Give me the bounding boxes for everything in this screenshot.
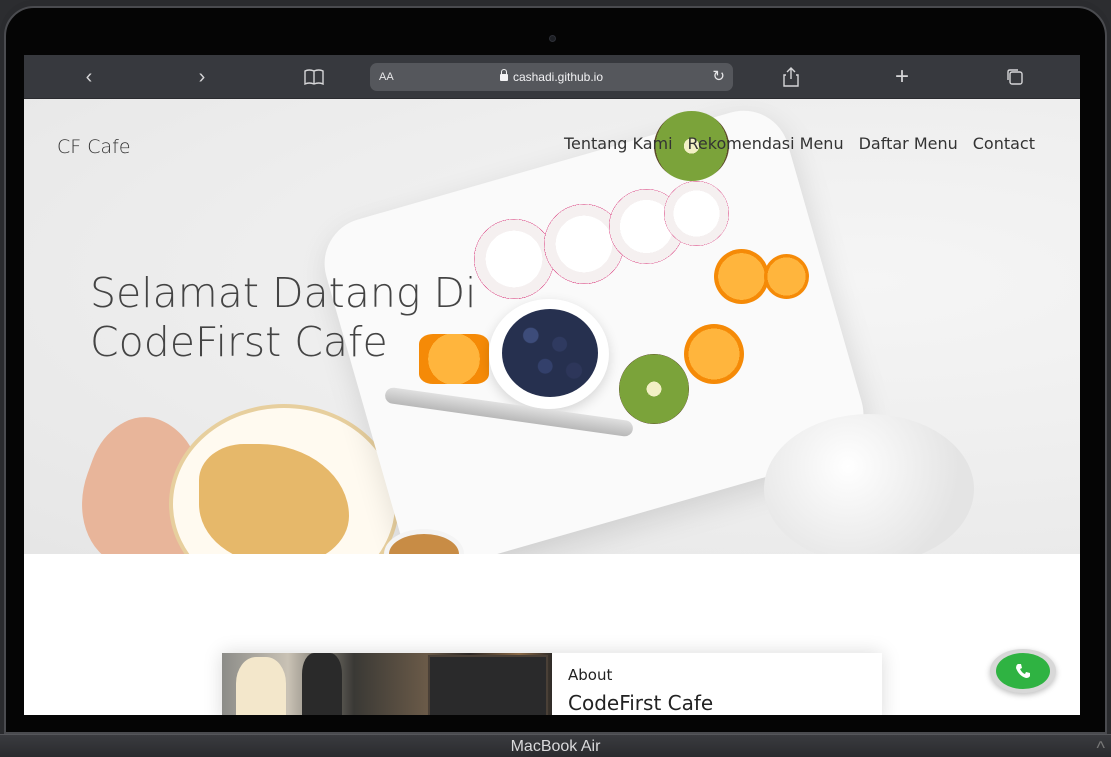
chevron-right-icon: ›: [198, 65, 206, 88]
share-icon: [783, 67, 799, 87]
hero-title-line-1: Selamat Datang Di: [90, 269, 477, 317]
browser-toolbar: ‹ › AA cashadi.github.io ↻ +: [24, 55, 1080, 99]
url-display[interactable]: cashadi.github.io: [370, 69, 733, 84]
tabs-button[interactable]: [995, 55, 1035, 99]
back-button[interactable]: ‹: [69, 55, 109, 99]
chevron-left-icon: ‹: [85, 65, 93, 88]
web-page: CF Cafe Tentang Kami Rekomendasi Menu Da…: [24, 99, 1080, 715]
customer-figure: [302, 653, 342, 715]
url-text: cashadi.github.io: [512, 70, 604, 84]
camera: [549, 35, 556, 42]
new-tab-button[interactable]: +: [882, 55, 922, 99]
nav-link-daftar-menu[interactable]: Daftar Menu: [859, 134, 958, 153]
book-icon: [304, 69, 324, 85]
base-corner-mark: ^: [1096, 738, 1105, 757]
orange-slice: [764, 254, 809, 299]
kiwi-slice: [619, 354, 689, 424]
nav-link-tentang-kami[interactable]: Tentang Kami: [564, 134, 673, 153]
site-menu: Tentang Kami Rekomendasi Menu Daftar Men…: [564, 134, 1035, 153]
about-title: CodeFirst Cafe: [568, 691, 714, 715]
about-card: About CodeFirst Cafe: [222, 653, 882, 715]
orange-slice: [684, 324, 744, 384]
barista-figure: [236, 657, 286, 715]
lock-icon: [499, 69, 508, 81]
forward-button[interactable]: ›: [182, 55, 222, 99]
share-button[interactable]: [771, 55, 811, 99]
reload-icon[interactable]: ↻: [712, 67, 725, 85]
device-label: MacBook Air: [510, 738, 601, 755]
whatsapp-button[interactable]: [990, 649, 1056, 693]
browser-screen: ‹ › AA cashadi.github.io ↻ + CF Cafe Ten…: [24, 55, 1080, 715]
hero-title: Selamat Datang Di CodeFirst Cafe: [90, 269, 510, 367]
laptop-frame: ‹ › AA cashadi.github.io ↻ + CF Cafe Ten…: [0, 0, 1111, 757]
orange-slice: [714, 249, 769, 304]
nav-link-rekomendasi-menu[interactable]: Rekomendasi Menu: [688, 134, 844, 153]
site-navbar: CF Cafe Tentang Kami Rekomendasi Menu Da…: [24, 99, 1080, 189]
blueberries: [502, 309, 598, 397]
teapot-image: [764, 414, 974, 554]
bookmarks-button[interactable]: [294, 55, 334, 99]
address-bar[interactable]: AA cashadi.github.io ↻: [370, 63, 733, 91]
tabs-icon: [1007, 69, 1023, 85]
plus-icon: +: [894, 63, 909, 90]
nav-link-contact[interactable]: Contact: [973, 134, 1035, 153]
whatsapp-icon: [996, 653, 1050, 689]
dragonfruit-slice: [664, 181, 729, 246]
cafe-interior-image: [222, 653, 552, 715]
hero-section: CF Cafe Tentang Kami Rekomendasi Menu Da…: [24, 99, 1080, 554]
hero-title-line-2: CodeFirst Cafe: [90, 318, 388, 366]
phone-icon: [1016, 664, 1030, 678]
site-brand-link[interactable]: CF Cafe: [57, 136, 131, 158]
about-label: About: [568, 666, 613, 684]
chalkboard-menu: [428, 655, 548, 715]
